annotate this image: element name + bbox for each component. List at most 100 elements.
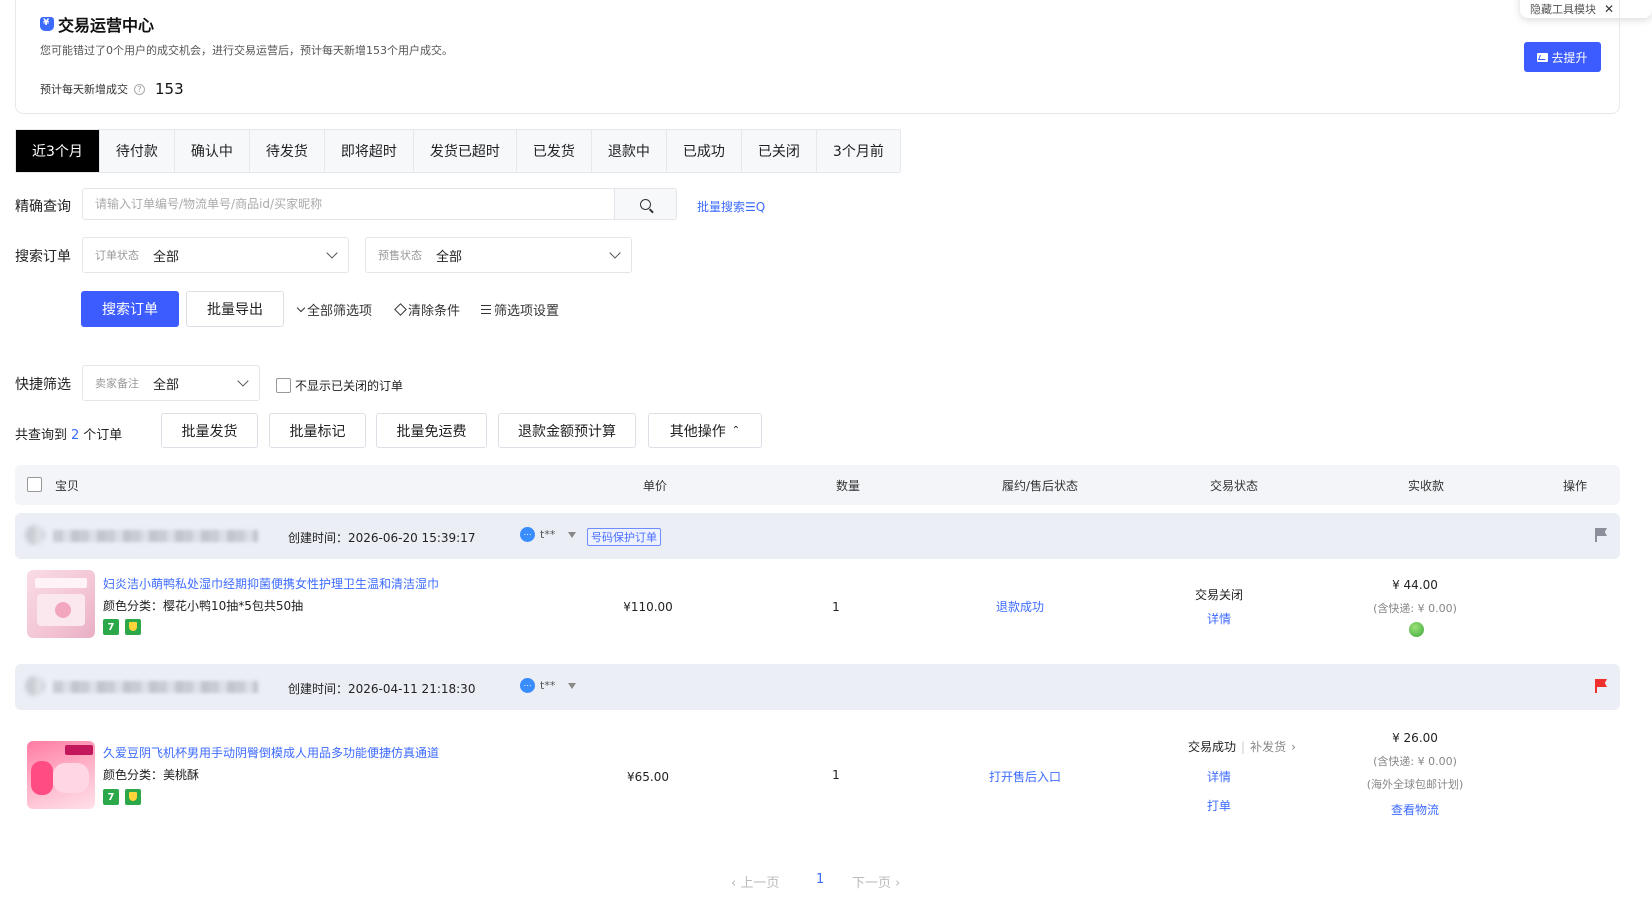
col-trade-status: 交易状态 [1210, 479, 1259, 493]
order-table-header: 宝贝 单价 数量 履约/售后状态 交易状态 实收款 操作 [15, 465, 1620, 505]
clear-conditions-link[interactable]: 清除条件 [394, 300, 460, 319]
result-count: 共查询到 2 个订单 [15, 424, 122, 443]
seller-note-value: 全部 [153, 377, 180, 393]
filter-icon[interactable] [568, 682, 577, 689]
seven-day-return-badge: 7 [103, 619, 119, 635]
open-after-sale-link[interactable]: 打开售后入口 [960, 768, 1090, 785]
tab-succeeded[interactable]: 已成功 [667, 130, 742, 172]
help-icon[interactable]: ? [134, 83, 145, 95]
product-spec: 颜色分类：美桃酥 [103, 768, 200, 782]
all-filters-toggle[interactable]: 全部筛选项 [296, 300, 372, 319]
shipping-plan-note: (海外全球包邮计划) [1366, 778, 1464, 791]
ops-metric-value: 153 [155, 80, 184, 98]
separator: | [1241, 739, 1246, 754]
order-created-time: 创建时间：2026-06-20 15:39:17 [288, 531, 476, 545]
search-orders-button[interactable]: 搜索订单 [81, 291, 179, 327]
result-count-number: 2 [71, 428, 80, 443]
order-status-select[interactable]: 订单状态 全部 [82, 237, 349, 273]
service-badges: 7 [103, 619, 141, 635]
globe-icon [1409, 622, 1424, 637]
tab-ship-overdue[interactable]: 发货已超时 [414, 130, 517, 172]
order-created-time: 创建时间：2026-04-11 21:18:30 [288, 682, 476, 696]
other-actions-button[interactable]: 其他操作 ⌃ [648, 413, 762, 448]
quick-filter-label: 快捷筛选 [15, 377, 71, 393]
precise-search-box [82, 188, 677, 220]
search-input[interactable] [83, 189, 614, 219]
filter-icon[interactable] [568, 531, 577, 538]
amount-received: ¥ 26.00 [1392, 731, 1438, 745]
chat-icon[interactable]: ⋯ [520, 527, 535, 542]
quantity: 1 [832, 600, 840, 614]
chevron-down-icon [609, 247, 621, 259]
col-unit-price: 单价 [643, 479, 668, 493]
tab-closed[interactable]: 已关闭 [742, 130, 817, 172]
ops-metric-label: 预计每天新增成交 [40, 83, 128, 96]
bulk-ship-button[interactable]: 批量发货 [161, 413, 258, 448]
tab-confirming[interactable]: 确认中 [175, 130, 250, 172]
number-protection-tag: 号码保护订单 [587, 528, 661, 546]
shield-badge-icon [125, 789, 141, 805]
page-number[interactable]: 1 [816, 872, 824, 887]
tab-pending-payment[interactable]: 待付款 [100, 130, 175, 172]
bulk-mark-button[interactable]: 批量标记 [269, 413, 366, 448]
avatar [25, 525, 45, 545]
buyer-info[interactable]: ⋯ t** [520, 527, 577, 542]
filter-settings-link[interactable]: 筛选项设置 [481, 300, 559, 319]
next-page-button[interactable]: 下一页 › [852, 872, 900, 891]
chat-icon[interactable]: ⋯ [520, 678, 535, 693]
order-status-value: 全部 [153, 249, 180, 265]
chevron-down-icon [237, 375, 249, 387]
tab-to-ship[interactable]: 待发货 [250, 130, 325, 172]
trend-chart-icon [1537, 52, 1549, 62]
shield-badge-icon [125, 619, 141, 635]
hide-closed-orders-option[interactable]: 不显示已关闭的订单 [276, 377, 403, 394]
tab-refunding[interactable]: 退款中 [592, 130, 667, 172]
order-number-redacted [53, 530, 258, 542]
col-amount-received: 实收款 [1408, 479, 1445, 493]
product-title-link[interactable]: 妇炎洁小萌鸭私处湿巾经期抑菌便携女性护理卫生温和清洁湿巾 [103, 575, 439, 592]
order-detail-link[interactable]: 详情 [1174, 768, 1264, 785]
refund-precalc-button[interactable]: 退款金额预计算 [498, 413, 636, 448]
tab-about-to-timeout[interactable]: 即将超时 [325, 130, 414, 172]
hide-closed-checkbox[interactable] [276, 378, 291, 393]
search-button[interactable] [614, 189, 676, 219]
resend-link[interactable]: 补发货 [1250, 738, 1286, 755]
result-count-suffix: 个订单 [83, 428, 123, 443]
flag-icon[interactable] [1595, 528, 1608, 542]
presale-status-prefix: 预售状态 [378, 249, 422, 262]
prev-page-button[interactable]: ‹ 上一页 [731, 872, 779, 891]
product-title-link[interactable]: 久爱豆阴飞机杯男用手动阴臀倒模成人用品多功能便捷仿真通道 [103, 744, 439, 761]
buyer-nick: t** [540, 679, 556, 692]
result-count-prefix: 共查询到 [15, 428, 68, 443]
product-thumbnail[interactable] [27, 741, 95, 809]
unit-price: ¥65.00 [627, 770, 669, 784]
refund-status-link[interactable]: 退款成功 [960, 598, 1080, 615]
flag-icon[interactable] [1595, 679, 1608, 693]
list-icon [481, 305, 491, 314]
order-header: 创建时间：2026-06-20 15:39:17 ⋯ t** 号码保护订单 [15, 513, 1620, 559]
precise-search-label: 精确查询 [15, 199, 71, 215]
product-thumbnail[interactable] [27, 570, 95, 638]
select-all-checkbox[interactable] [27, 477, 42, 492]
improve-button[interactable]: 去提升 [1524, 42, 1601, 72]
bulk-free-shipping-button[interactable]: 批量免运费 [376, 413, 487, 448]
seller-note-select[interactable]: 卖家备注 全部 [82, 365, 260, 401]
order-detail-link[interactable]: 详情 [1174, 610, 1264, 627]
batch-export-button[interactable]: 批量导出 [186, 291, 284, 327]
view-logistics-link[interactable]: 查看物流 [1355, 801, 1475, 818]
order-status-tabs: 近3个月 待付款 确认中 待发货 即将超时 发货已超时 已发货 退款中 已成功 … [15, 129, 901, 173]
tab-older-than-3-months[interactable]: 3个月前 [817, 130, 900, 172]
search-icon [640, 198, 651, 210]
other-actions-label: 其他操作 [669, 423, 726, 440]
hide-closed-label: 不显示已关闭的订单 [295, 379, 404, 393]
tab-shipped[interactable]: 已发货 [517, 130, 592, 172]
presale-status-select[interactable]: 预售状态 全部 [365, 237, 632, 273]
buyer-info[interactable]: ⋯ t** [520, 678, 577, 693]
ops-title: 交易运营中心 [40, 12, 154, 36]
order-number-redacted [53, 681, 258, 693]
tab-recent-3-months[interactable]: 近3个月 [16, 130, 100, 172]
col-quantity: 数量 [836, 479, 861, 493]
product-spec: 颜色分类：樱花小鸭10抽*5包共50抽 [103, 599, 304, 613]
batch-search-link[interactable]: 批量搜索☰Q [697, 198, 765, 215]
print-label-link[interactable]: 打单 [1174, 797, 1264, 814]
